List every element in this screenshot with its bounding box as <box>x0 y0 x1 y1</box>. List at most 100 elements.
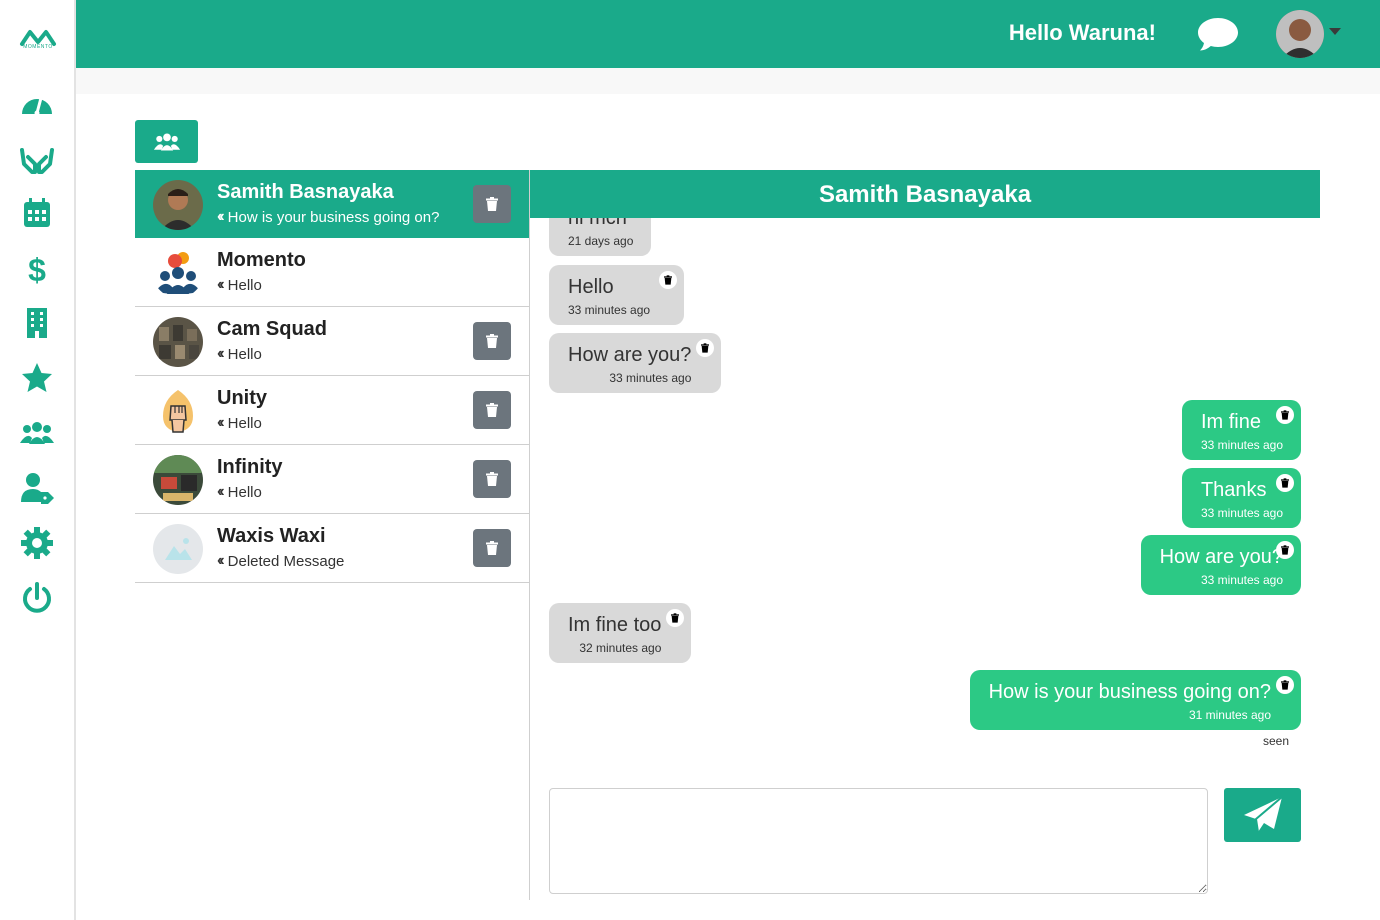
trash-icon <box>701 343 710 353</box>
trash-icon <box>486 334 498 348</box>
delete-message-button[interactable] <box>1276 474 1294 492</box>
message-text: Hello <box>568 276 614 298</box>
last-message-text: How is your business going on? <box>227 208 440 226</box>
message-input[interactable] <box>549 788 1208 894</box>
angle-double-left-icon: ‹‹ <box>217 345 224 362</box>
trash-icon <box>1281 545 1289 555</box>
power-icon[interactable] <box>19 581 55 615</box>
message-thread[interactable]: hi mch 21 days ago Hello 33 minutes ago … <box>530 218 1320 758</box>
message-text: Thanks <box>1200 479 1267 501</box>
message-text: How are you? <box>1159 546 1283 568</box>
last-message-text: Hello <box>227 483 262 501</box>
dollar-icon[interactable]: $ <box>19 251 55 285</box>
send-button[interactable] <box>1224 788 1301 842</box>
delete-conversation-button[interactable] <box>473 460 511 498</box>
delete-message-button[interactable] <box>696 339 715 357</box>
conversation-last-message: ‹‹ Deleted Message <box>217 552 344 570</box>
star-icon[interactable] <box>19 361 55 395</box>
delete-message-button[interactable] <box>666 609 685 627</box>
angle-double-left-icon: ‹‹ <box>217 552 224 569</box>
groups-button[interactable] <box>135 120 198 163</box>
last-message-text: Hello <box>227 414 262 432</box>
conversation-name: Infinity <box>217 456 283 478</box>
message-time: 21 days ago <box>568 234 634 248</box>
conversation-list: Samith Basnayaka ‹‹ How is your business … <box>135 170 530 583</box>
message-time: 33 minutes ago <box>568 303 651 317</box>
trash-icon <box>1281 680 1289 690</box>
conversation-item-waxis[interactable]: Waxis Waxi ‹‹ Deleted Message <box>135 514 530 583</box>
conversation-name: Waxis Waxi <box>217 525 326 547</box>
last-message-text: Deleted Message <box>227 552 345 570</box>
users-icon[interactable] <box>19 416 55 450</box>
angle-double-left-icon: ‹‹ <box>217 483 224 500</box>
message-bubble: How are you? 33 minutes ago <box>549 333 722 393</box>
conversation-avatar <box>153 386 203 436</box>
delete-conversation-button[interactable] <box>473 391 511 429</box>
trash-icon <box>486 472 498 486</box>
dashboard-gauge-icon[interactable] <box>19 86 55 120</box>
message-bubble: How is your business going on? 31 minute… <box>969 670 1301 730</box>
message-text: hi mch <box>568 218 627 229</box>
conversation-name: Cam Squad <box>217 318 328 340</box>
account-dropdown-caret[interactable] <box>1329 28 1341 35</box>
greeting-text: Hello Waruna! <box>1008 20 1156 45</box>
user-avatar[interactable] <box>1276 10 1324 58</box>
conversation-avatar <box>153 180 203 230</box>
conversation-name: Unity <box>217 387 267 409</box>
delete-conversation-button[interactable] <box>473 185 511 223</box>
conversation-avatar <box>153 455 203 505</box>
delete-conversation-button[interactable] <box>473 322 511 360</box>
conversation-last-message: ‹‹ How is your business going on? <box>217 208 439 226</box>
message-time: 33 minutes ago <box>1200 506 1283 520</box>
paper-plane-icon <box>1243 796 1283 833</box>
building-icon[interactable] <box>19 306 55 340</box>
trash-icon <box>1281 410 1289 420</box>
user-tag-icon[interactable] <box>19 471 55 505</box>
message-bubble: Im fine too 32 minutes ago <box>549 603 692 663</box>
message-time: 33 minutes ago <box>1200 573 1283 587</box>
conversation-item-momento[interactable]: Momento ‹‹ Hello <box>135 238 530 307</box>
top-bar: Hello Waruna! <box>76 0 1380 68</box>
trash-icon <box>486 197 498 211</box>
message-time: 31 minutes ago <box>1188 708 1271 722</box>
message-bubble: Hello 33 minutes ago <box>549 265 685 325</box>
chat-title: Samith Basnayaka <box>530 170 1320 218</box>
conversation-name: Momento <box>217 249 306 271</box>
delete-message-button[interactable] <box>1276 541 1294 559</box>
conversation-item-cam-squad[interactable]: Cam Squad ‹‹ Hello <box>135 307 530 376</box>
delete-message-button[interactable] <box>1276 676 1294 694</box>
delete-message-button[interactable] <box>1276 406 1294 424</box>
conversation-avatar <box>153 317 203 367</box>
sub-bar <box>76 68 1380 94</box>
comment-icon[interactable] <box>1196 14 1240 54</box>
delete-message-button[interactable] <box>659 271 678 289</box>
angle-double-left-icon: ‹‹ <box>217 276 224 293</box>
conversation-item-infinity[interactable]: Infinity ‹‹ Hello <box>135 445 530 514</box>
trash-icon <box>671 613 680 623</box>
message-text: How are you? <box>568 344 692 366</box>
gear-icon[interactable] <box>19 526 55 560</box>
logo-text: MOMENTO <box>23 44 53 50</box>
sidebar: MOMENTO $ <box>0 0 76 920</box>
conversation-last-message: ‹‹ Hello <box>217 345 262 363</box>
trash-icon <box>486 541 498 555</box>
message-bubble: How are you? 33 minutes ago <box>1140 535 1301 595</box>
angle-double-left-icon: ‹‹ <box>217 414 224 431</box>
last-message-text: Hello <box>227 276 262 294</box>
message-text: Im fine <box>1200 411 1261 433</box>
angle-double-left-icon: ‹‹ <box>217 208 224 225</box>
conversation-item-samith[interactable]: Samith Basnayaka ‹‹ How is your business … <box>135 170 530 238</box>
hands-icon[interactable] <box>19 142 55 176</box>
conversation-last-message: ‹‹ Hello <box>217 276 262 294</box>
message-time: 32 minutes ago <box>579 641 662 655</box>
trash-icon <box>486 403 498 417</box>
message-bubble: Thanks 33 minutes ago <box>1181 468 1301 528</box>
last-message-text: Hello <box>227 345 262 363</box>
conversation-name: Samith Basnayaka <box>217 181 394 203</box>
conversation-item-unity[interactable]: Unity ‹‹ Hello <box>135 376 530 445</box>
conversation-avatar <box>153 248 203 298</box>
calendar-icon[interactable] <box>19 196 55 230</box>
delete-conversation-button[interactable] <box>473 529 511 567</box>
conversation-last-message: ‹‹ Hello <box>217 483 262 501</box>
users-icon <box>153 133 180 150</box>
